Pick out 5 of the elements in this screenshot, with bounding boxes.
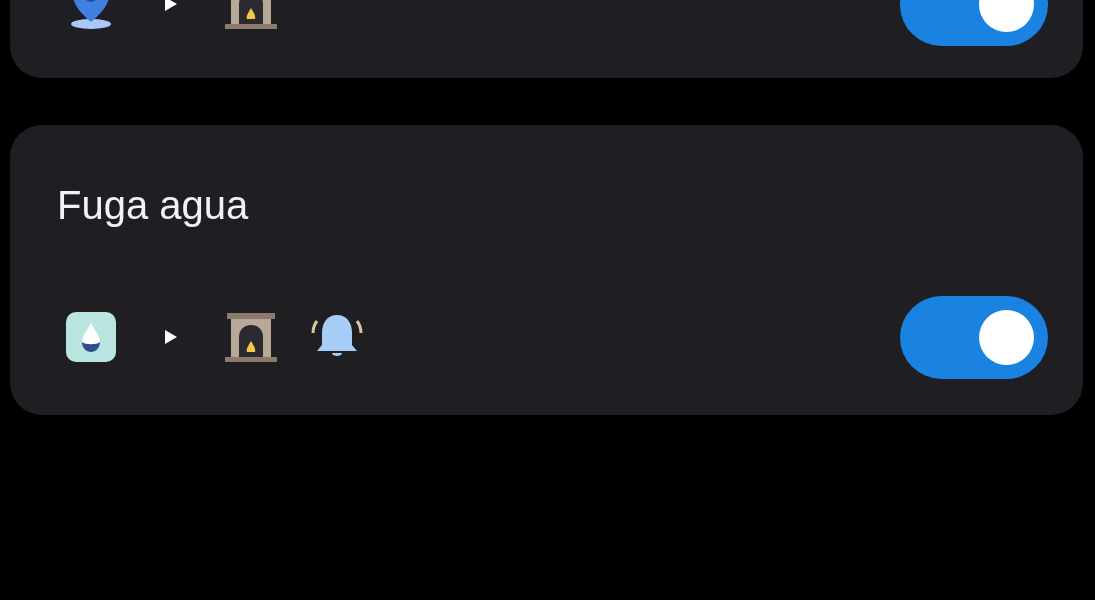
routine-card[interactable]: Fuga agua [10, 125, 1083, 415]
water-drop-icon [63, 309, 119, 365]
play-arrow-icon [163, 328, 179, 346]
play-arrow-icon [163, 0, 179, 13]
routine-title: Fuga agua [57, 182, 250, 229]
